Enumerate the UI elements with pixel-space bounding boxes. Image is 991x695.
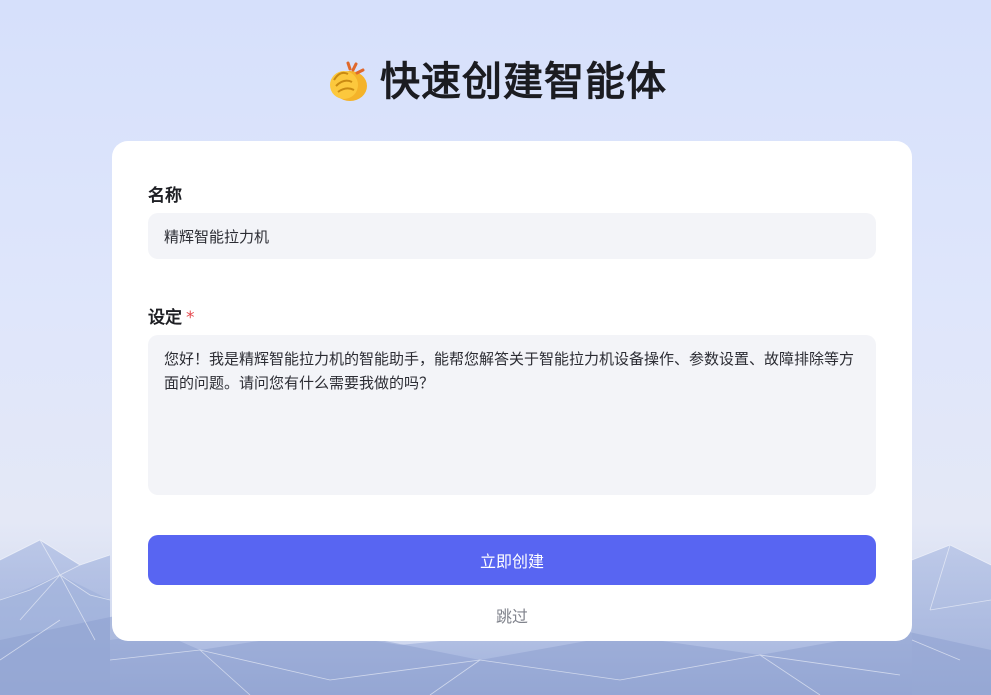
create-now-button[interactable]: 立即创建 xyxy=(148,535,876,585)
page-header: 快速创建智能体 xyxy=(0,52,991,112)
name-label: 名称 xyxy=(148,186,182,206)
page-title: 快速创建智能体 xyxy=(380,59,667,105)
required-asterisk: * xyxy=(186,308,195,328)
clapping-hands-icon xyxy=(330,61,367,101)
name-input[interactable] xyxy=(148,213,876,259)
setting-label: 设定 xyxy=(148,308,182,328)
setting-label-row: 设定 * xyxy=(148,303,195,328)
setting-textarea[interactable]: 您好！我是精辉智能拉力机的智能助手，能帮您解答关于智能拉力机设备操作、参数设置、… xyxy=(148,335,876,495)
create-agent-card: 名称 设定* 您好！我是精辉智能拉力机的智能助手，能帮您解答关于智能拉力机设备操… xyxy=(112,141,912,641)
skip-link[interactable]: 跳过 xyxy=(112,603,912,627)
